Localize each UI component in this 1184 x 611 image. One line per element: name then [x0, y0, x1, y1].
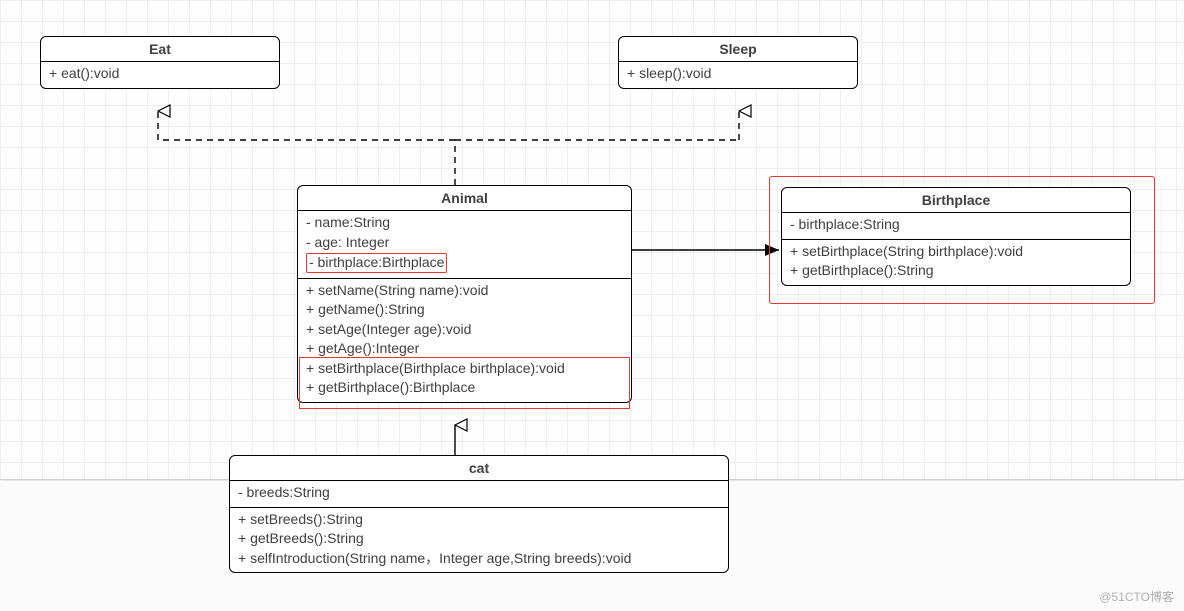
class-box-eat: Eat + eat():void — [40, 36, 280, 89]
class-box-cat: cat - breeds:String + setBreeds():String… — [229, 455, 729, 573]
method-row: + getBreeds():String — [238, 529, 720, 549]
attributes-section: - birthplace:String — [782, 213, 1130, 240]
attributes-section: - breeds:String — [230, 481, 728, 508]
class-title: Animal — [298, 186, 631, 211]
method-row: + setAge(Integer age):void — [306, 320, 623, 340]
attributes-section: - name:String - age: Integer - birthplac… — [298, 211, 631, 279]
method-row: + eat():void — [49, 64, 271, 84]
class-title: Eat — [41, 37, 279, 62]
class-box-sleep: Sleep + sleep():void — [618, 36, 858, 89]
method-row: + setBreeds():String — [238, 510, 720, 530]
attr-row: - birthplace:String — [790, 215, 1122, 235]
attr-row: - age: Integer — [306, 233, 623, 253]
class-title: Birthplace — [782, 188, 1130, 213]
uml-canvas: Eat + eat():void Sleep + sleep():void An… — [0, 0, 1184, 611]
watermark: @51CTO博客 — [1099, 588, 1174, 605]
attr-row: - birthplace:Birthplace — [306, 252, 623, 274]
method-row: + setBirthplace(String birthplace):void — [790, 242, 1122, 262]
class-box-animal: Animal - name:String - age: Integer - bi… — [297, 185, 632, 403]
methods-section: + setBreeds():String + getBreeds():Strin… — [230, 508, 728, 573]
method-row: + selfIntroduction(String name，Integer a… — [238, 549, 720, 569]
method-row: + setBirthplace(Birthplace birthplace):v… — [306, 359, 623, 379]
attr-row: - breeds:String — [238, 483, 720, 503]
highlighted-attr: - birthplace:Birthplace — [306, 253, 447, 273]
method-row: + getBirthplace():Birthplace — [306, 378, 623, 398]
methods-section: + setBirthplace(String birthplace):void … — [782, 240, 1130, 285]
class-title: Sleep — [619, 37, 857, 62]
class-box-birthplace: Birthplace - birthplace:String + setBirt… — [781, 187, 1131, 286]
method-row: + getName():String — [306, 300, 623, 320]
method-row: + getAge():Integer — [306, 339, 623, 359]
method-row: + setName(String name):void — [306, 281, 623, 301]
methods-section: + setName(String name):void + getName():… — [298, 279, 631, 402]
method-row: + getBirthplace():String — [790, 261, 1122, 281]
class-title: cat — [230, 456, 728, 481]
attr-row: - name:String — [306, 213, 623, 233]
method-row: + sleep():void — [627, 64, 849, 84]
